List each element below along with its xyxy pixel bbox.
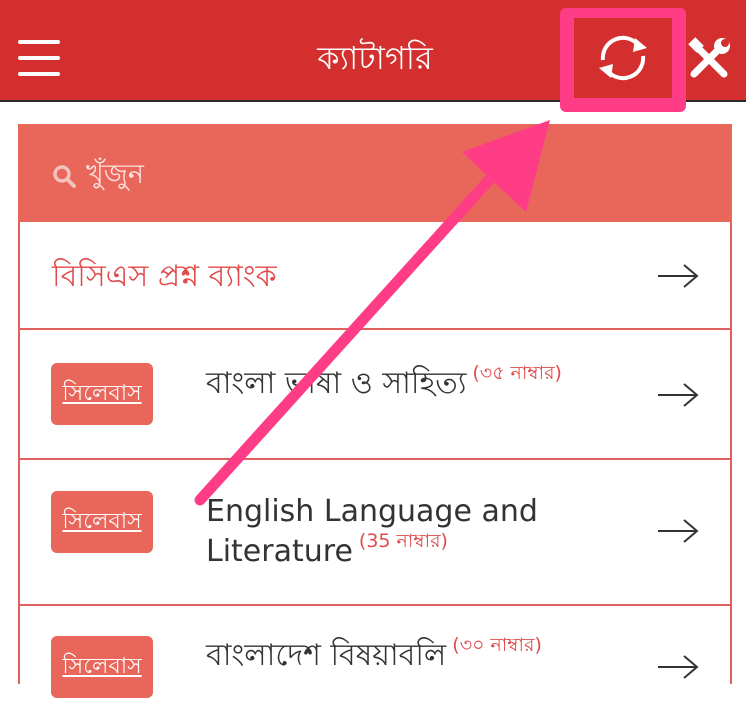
arrow-right-icon: [658, 655, 699, 679]
subject-title: বাংলা ভাষা ও সাহিত্য: [206, 366, 467, 401]
search-bar: [18, 124, 732, 222]
subject-name: বাংলা ভাষা ও সাহিত্য (৩৫ নাম্বার): [206, 362, 562, 407]
subject-row[interactable]: সিলেবাস বাংলাদেশ বিষয়াবলি (৩০ নাম্বার): [18, 606, 732, 716]
search-input[interactable]: [86, 152, 586, 196]
arrow-right-icon: [658, 383, 699, 407]
question-bank-label: বিসিএস প্রশ্ন ব্যাংক: [52, 259, 277, 294]
arrow-right-icon: [658, 519, 699, 543]
arrow-right-icon: [658, 264, 699, 288]
subject-title: বাংলাদেশ বিষয়াবলি: [206, 638, 447, 673]
refresh-button[interactable]: [574, 18, 672, 98]
tools-icon[interactable]: [686, 36, 732, 82]
page-title: ক্যাটাগরি: [317, 39, 433, 77]
subject-marks: (35 নাম্বার): [358, 530, 448, 552]
hamburger-menu-icon[interactable]: [18, 40, 60, 76]
question-bank-row[interactable]: বিসিএস প্রশ্ন ব্যাংক: [18, 222, 732, 330]
syllabus-button[interactable]: সিলেবাস: [51, 491, 153, 553]
syllabus-button[interactable]: সিলেবাস: [51, 636, 153, 698]
subject-title-line2: Literature: [206, 534, 353, 569]
search-icon: [53, 165, 76, 188]
subject-marks: (৩০ নাম্বার): [452, 634, 542, 656]
subject-name: English Language and Literature (35 নাম্ব…: [206, 492, 538, 575]
subject-name: বাংলাদেশ বিষয়াবলি (৩০ নাম্বার): [206, 634, 542, 679]
subject-row[interactable]: সিলেবাস English Language and Literature(…: [18, 460, 732, 606]
subject-row[interactable]: সিলেবাস বাংলা ভাষা ও সাহিত্য (৩৫ নাম্বার): [18, 330, 732, 460]
refresh-icon: [599, 35, 647, 81]
subject-marks: (৩৫ নাম্বার): [472, 362, 562, 384]
subject-title-line1: English Language and: [206, 494, 538, 529]
syllabus-button[interactable]: সিলেবাস: [51, 363, 153, 425]
